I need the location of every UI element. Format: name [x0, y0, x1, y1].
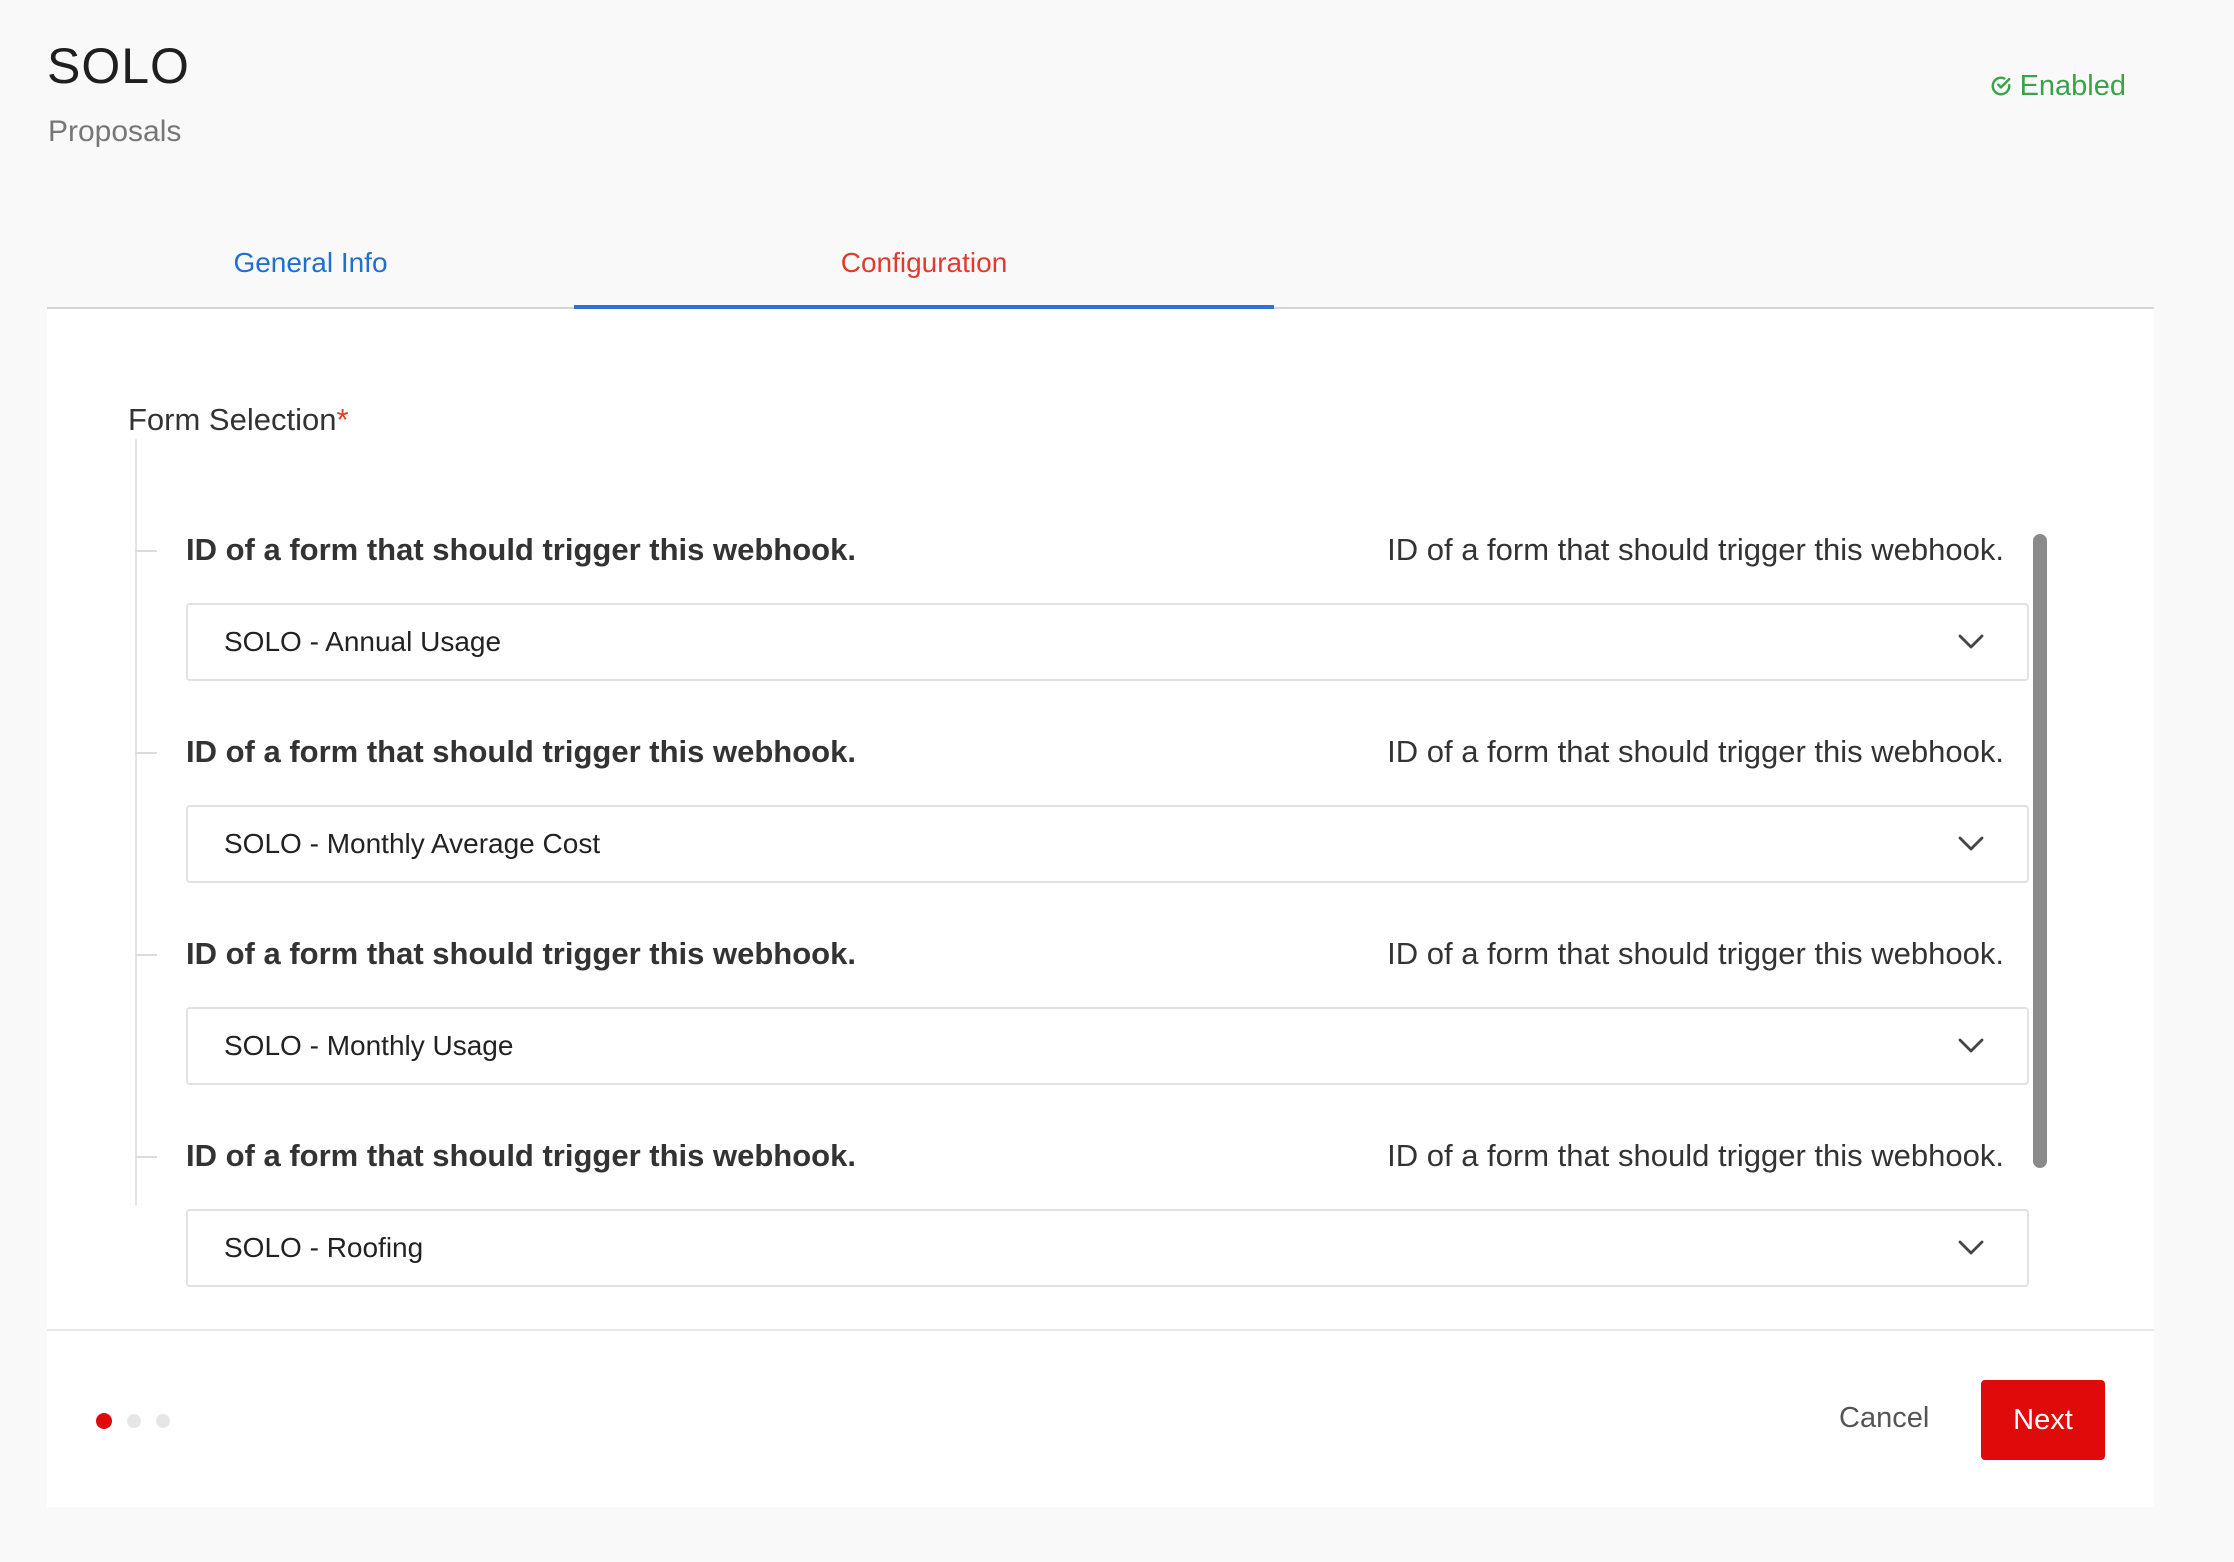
form-select-3[interactable]: SOLO - Monthly Usage: [186, 1007, 2029, 1085]
status-label: Enabled: [2019, 70, 2126, 102]
select-value: SOLO - Monthly Usage: [224, 1030, 514, 1061]
tree-tick: [135, 752, 157, 754]
tab-general-info[interactable]: General Info: [47, 220, 574, 305]
form-select-1[interactable]: SOLO - Annual Usage: [186, 603, 2029, 681]
select-value: SOLO - Roofing: [224, 1232, 424, 1263]
page-subtitle: Proposals: [48, 115, 182, 148]
select-value: SOLO - Monthly Average Cost: [224, 828, 601, 859]
page-title: SOLO: [47, 38, 190, 94]
chevron-down-icon: [1958, 836, 1984, 851]
step-dot-active: [96, 1413, 112, 1429]
tree-tick: [135, 550, 157, 552]
tab-bar: General Info Configuration: [47, 220, 2154, 309]
tree-connector-line: [135, 439, 137, 1205]
field-label: ID of a form that should trigger this we…: [186, 936, 856, 971]
field-help-text: ID of a form that should trigger this we…: [1387, 1138, 2004, 1173]
chevron-down-icon: [1958, 1038, 1984, 1053]
form-selection-label: Form Selection*: [128, 401, 349, 439]
tree-tick: [135, 1156, 157, 1158]
tab-configuration[interactable]: Configuration: [574, 220, 1274, 305]
select-value: SOLO - Annual Usage: [224, 626, 502, 657]
field-label: ID of a form that should trigger this we…: [186, 1138, 856, 1173]
form-selection-text: Form Selection: [128, 402, 337, 437]
status-badge: Enabled: [1990, 68, 2126, 104]
next-button[interactable]: Next: [1981, 1380, 2105, 1460]
form-select-2[interactable]: SOLO - Monthly Average Cost: [186, 805, 2029, 883]
field-help-text: ID of a form that should trigger this we…: [1387, 532, 2004, 567]
configuration-card: Form Selection* ID of a form that should…: [47, 309, 2154, 1507]
field-label: ID of a form that should trigger this we…: [186, 532, 856, 567]
required-mark: *: [336, 402, 349, 437]
step-indicator: [96, 1413, 170, 1429]
tree-tick: [135, 954, 157, 956]
cancel-button[interactable]: Cancel: [1827, 1378, 1941, 1458]
chevron-down-icon: [1958, 634, 1984, 649]
field-help-text: ID of a form that should trigger this we…: [1387, 936, 2004, 971]
footer-divider: [47, 1329, 2154, 1331]
step-dot: [127, 1414, 141, 1428]
step-dot: [156, 1414, 170, 1428]
scrollbar-thumb[interactable]: [2033, 534, 2047, 1168]
form-select-4[interactable]: SOLO - Roofing: [186, 1209, 2029, 1287]
field-help-text: ID of a form that should trigger this we…: [1387, 734, 2004, 769]
check-circle-icon: [1991, 76, 2011, 96]
field-label: ID of a form that should trigger this we…: [186, 734, 856, 769]
chevron-down-icon: [1958, 1240, 1984, 1255]
